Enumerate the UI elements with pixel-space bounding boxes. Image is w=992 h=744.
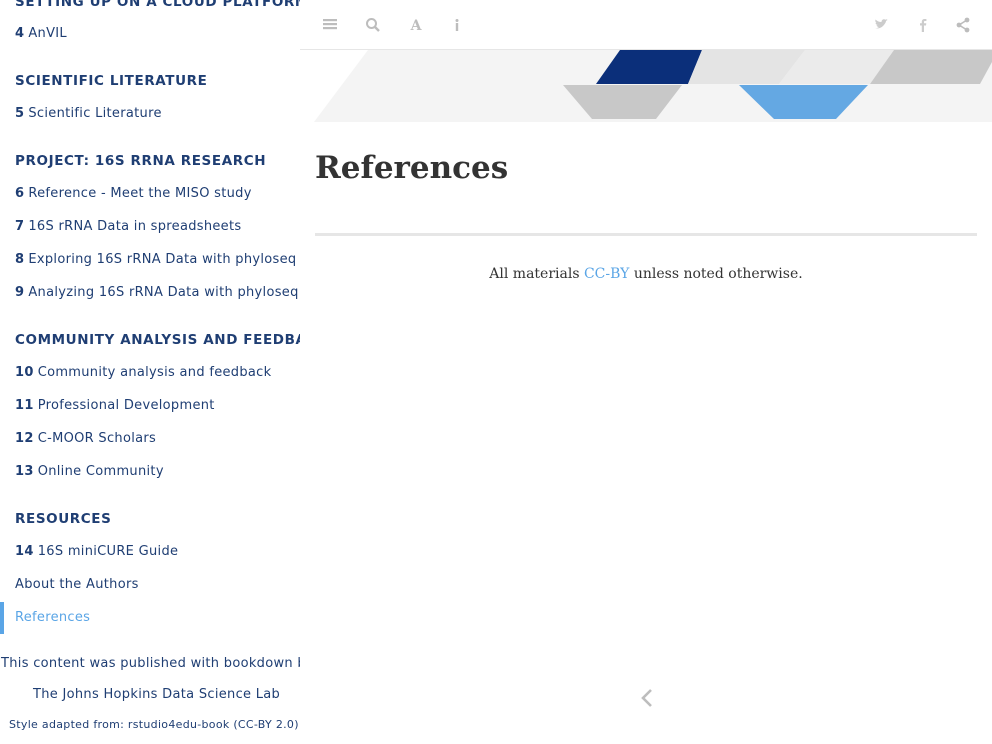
section-header-16s-project: PROJECT: 16S RRNA RESEARCH <box>15 153 267 169</box>
section-header-community: COMMUNITY ANALYSIS AND FEEDBACK <box>15 332 300 348</box>
sidebar-item-minicure-guide[interactable]: 14 16S miniCURE Guide <box>15 544 178 559</box>
font-icon[interactable]: A <box>407 16 425 34</box>
section-header-resources: RESOURCES <box>15 511 112 527</box>
book-toolbar: A <box>300 0 992 50</box>
sidebar-item-miso-study[interactable]: 6 Reference - Meet the MISO study <box>15 186 252 201</box>
license-note: All materials CC-BY unless noted otherwi… <box>489 266 803 282</box>
section-header-literature: SCIENTIFIC LITERATURE <box>15 73 208 89</box>
cc-by-link[interactable]: CC-BY <box>584 266 629 282</box>
sidebar-item-about-authors[interactable]: About the Authors <box>15 577 139 592</box>
share-icon[interactable] <box>954 16 972 34</box>
sidebar-item-cmoor-scholars[interactable]: 12 C-MOOR Scholars <box>15 431 156 446</box>
sidebar-item-references[interactable]: References <box>15 610 90 625</box>
info-icon[interactable] <box>448 16 466 34</box>
sidebar: SETTING UP ON A CLOUD PLATFORM 4 AnVIL SC… <box>0 0 300 744</box>
title-divider <box>315 233 977 236</box>
active-indicator <box>0 602 4 634</box>
published-with-text: This content was published with bookdown… <box>1 656 300 671</box>
sidebar-item-community-analysis[interactable]: 10 Community analysis and feedback <box>15 365 271 380</box>
twitter-icon[interactable] <box>872 16 890 34</box>
section-header-cloud: SETTING UP ON A CLOUD PLATFORM <box>15 0 300 10</box>
style-adapted-link[interactable]: Style adapted from: rstudio4edu-book (CC… <box>9 718 299 731</box>
sidebar-item-16s-spreadsheets[interactable]: 7 16S rRNA Data in spreadsheets <box>15 219 241 234</box>
svg-text:A: A <box>410 18 423 34</box>
previous-page-chevron-icon[interactable] <box>636 686 660 710</box>
sidebar-item-scientific-literature[interactable]: 5 Scientific Literature <box>15 106 162 121</box>
page-title: References <box>315 150 509 186</box>
sidebar-item-analyzing-phyloseq[interactable]: 9 Analyzing 16S rRNA Data with phyloseq <box>15 285 299 300</box>
sidebar-item-anvil[interactable]: 4 AnVIL <box>15 26 67 41</box>
sidebar-item-online-community[interactable]: 13 Online Community <box>15 464 164 479</box>
facebook-icon[interactable] <box>914 16 932 34</box>
banner-graphic <box>300 50 992 124</box>
search-icon[interactable] <box>364 16 382 34</box>
menu-icon[interactable] <box>321 16 339 34</box>
jhu-dsl-link[interactable]: The Johns Hopkins Data Science Lab <box>33 687 280 702</box>
sidebar-item-exploring-phyloseq[interactable]: 8 Exploring 16S rRNA Data with phyloseq <box>15 252 296 267</box>
sidebar-item-professional-development[interactable]: 11 Professional Development <box>15 398 215 413</box>
